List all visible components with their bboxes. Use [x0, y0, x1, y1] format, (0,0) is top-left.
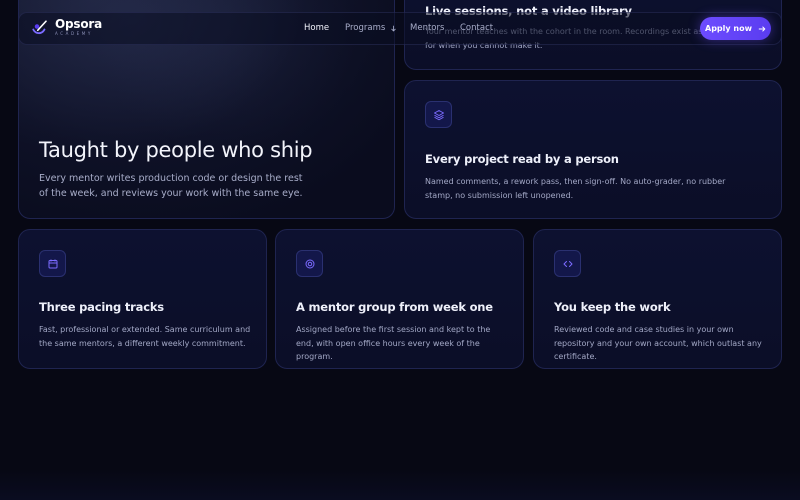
- feature-card-keep-work: You keep the work Reviewed code and case…: [533, 229, 782, 369]
- nav-link-home[interactable]: Home: [304, 23, 329, 33]
- logo-mark-icon: [32, 19, 47, 34]
- logo-text: Opsora ACADEMY: [55, 18, 102, 37]
- nav-link-contact[interactable]: Contact: [460, 23, 493, 33]
- arrow-right-icon: [758, 26, 766, 31]
- top-navbar: Opsora ACADEMY Home Programs Mentors Con…: [18, 12, 782, 45]
- calendar-icon: [39, 250, 66, 277]
- feature-title: Three pacing tracks: [39, 300, 164, 314]
- feature-card-project-review: Every project read by a person Named com…: [404, 80, 782, 219]
- hero-title: Taught by people who ship: [39, 138, 313, 162]
- feature-title: Every project read by a person: [425, 152, 619, 166]
- section-divider: [0, 470, 800, 500]
- feature-description: Assigned before the first session and ke…: [296, 325, 491, 361]
- feature-card-mentor-group: A mentor group from week one Assigned be…: [275, 229, 524, 369]
- hero-description: Every mentor writes production code or d…: [39, 173, 303, 199]
- arrow-down-icon: [391, 25, 396, 32]
- target-icon: [296, 250, 323, 277]
- feature-title: You keep the work: [554, 300, 671, 314]
- code-icon: [554, 250, 581, 277]
- feature-description: Fast, professional or extended. Same cur…: [39, 325, 251, 348]
- nav-link-programs[interactable]: Programs: [345, 23, 397, 33]
- logo-name: Opsora: [55, 17, 102, 31]
- nav-link-mentors[interactable]: Mentors: [410, 23, 444, 33]
- apply-now-label: Apply now: [705, 24, 752, 33]
- feature-description: Reviewed code and case studies in your o…: [554, 325, 762, 361]
- page: Taught by people who ship Every mentor w…: [0, 0, 800, 500]
- nav-link-programs-label: Programs: [345, 23, 386, 33]
- feature-card-pacing-tracks: Three pacing tracks Fast, professional o…: [18, 229, 267, 369]
- layers-icon: [425, 101, 452, 128]
- logo-subtitle: ACADEMY: [55, 31, 93, 36]
- feature-description: Named comments, a rework pass, then sign…: [425, 177, 726, 200]
- apply-now-button[interactable]: Apply now: [700, 17, 771, 40]
- feature-title: A mentor group from week one: [296, 300, 493, 314]
- logo[interactable]: Opsora ACADEMY: [31, 18, 102, 37]
